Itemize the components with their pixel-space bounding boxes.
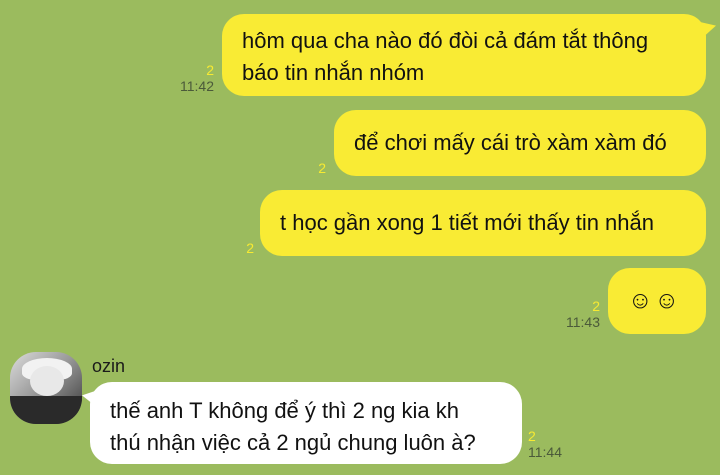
unread-count: 2	[318, 160, 326, 176]
outgoing-message[interactable]: t học gần xong 1 tiết mới thấy tin nhắn	[260, 190, 706, 256]
outgoing-message[interactable]: ☺☺	[608, 268, 706, 334]
incoming-message[interactable]: thế anh T không để ý thì 2 ng kia kh thú…	[90, 382, 522, 464]
message-text-line: báo tin nhắn nhóm	[242, 60, 425, 85]
bubble-tail	[700, 22, 716, 40]
unread-count: 2	[592, 298, 600, 314]
outgoing-message[interactable]: hôm qua cha nào đó đòi cả đám tắt thông …	[222, 14, 706, 96]
message-meta: 2 11:42	[160, 62, 214, 94]
message-text: để chơi mấy cái trò xàm xàm đó	[354, 130, 667, 155]
message-text: t học gần xong 1 tiết mới thấy tin nhắn	[280, 210, 654, 235]
unread-count: 2	[246, 240, 254, 256]
unread-count: 2	[206, 62, 214, 78]
message-meta: 2	[300, 160, 326, 176]
smile-emoji: ☺☺	[628, 287, 682, 314]
message-time: 11:43	[566, 314, 600, 330]
unread-count: 2	[528, 428, 536, 444]
message-meta: 2 11:43	[548, 298, 600, 330]
message-text-line: thế anh T không để ý thì 2 ng kia kh	[110, 398, 459, 423]
message-text-line: thú nhận việc cả 2 ngủ chung luôn à?	[110, 430, 476, 455]
message-text-line: hôm qua cha nào đó đòi cả đám tắt thông	[242, 28, 649, 53]
sender-name: ozin	[92, 356, 126, 376]
message-time: 11:44	[528, 444, 562, 460]
message-meta: 2 11:44	[528, 428, 574, 460]
message-time: 11:42	[180, 78, 214, 94]
outgoing-message[interactable]: để chơi mấy cái trò xàm xàm đó	[334, 110, 706, 176]
message-meta: 2	[228, 240, 254, 256]
avatar[interactable]	[10, 352, 82, 424]
